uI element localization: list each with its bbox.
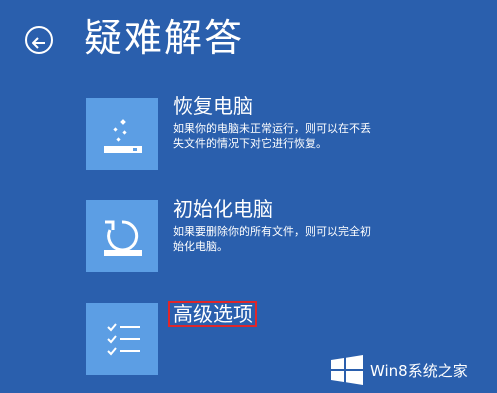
advanced-options-icon <box>107 323 140 356</box>
page-title: 疑难解答 <box>84 16 245 60</box>
watermark-text: Win8系统之家 <box>370 361 468 380</box>
back-arrow-icon <box>31 34 46 49</box>
back-button[interactable] <box>25 26 53 54</box>
reset-pc-icon <box>104 220 142 256</box>
reset-pc-tile[interactable] <box>86 200 158 272</box>
windows-logo-icon <box>330 355 364 385</box>
option-refresh-description: 如果你的电脑未正常运行，则可以在不丢失文件的情况下对它进行恢复。 <box>173 122 371 150</box>
refresh-pc-icon <box>104 119 142 153</box>
highlight-box <box>168 301 257 327</box>
refresh-pc-tile[interactable] <box>86 98 158 170</box>
advanced-options-tile[interactable] <box>86 303 158 375</box>
watermark: Win8系统之家 <box>330 354 468 386</box>
option-reset-description: 如果要删除你的所有文件，则可以完全初始化电脑。 <box>173 225 371 253</box>
option-reset-title[interactable]: 初始化电脑 <box>173 197 273 221</box>
option-refresh-title[interactable]: 恢复电脑 <box>173 94 253 118</box>
